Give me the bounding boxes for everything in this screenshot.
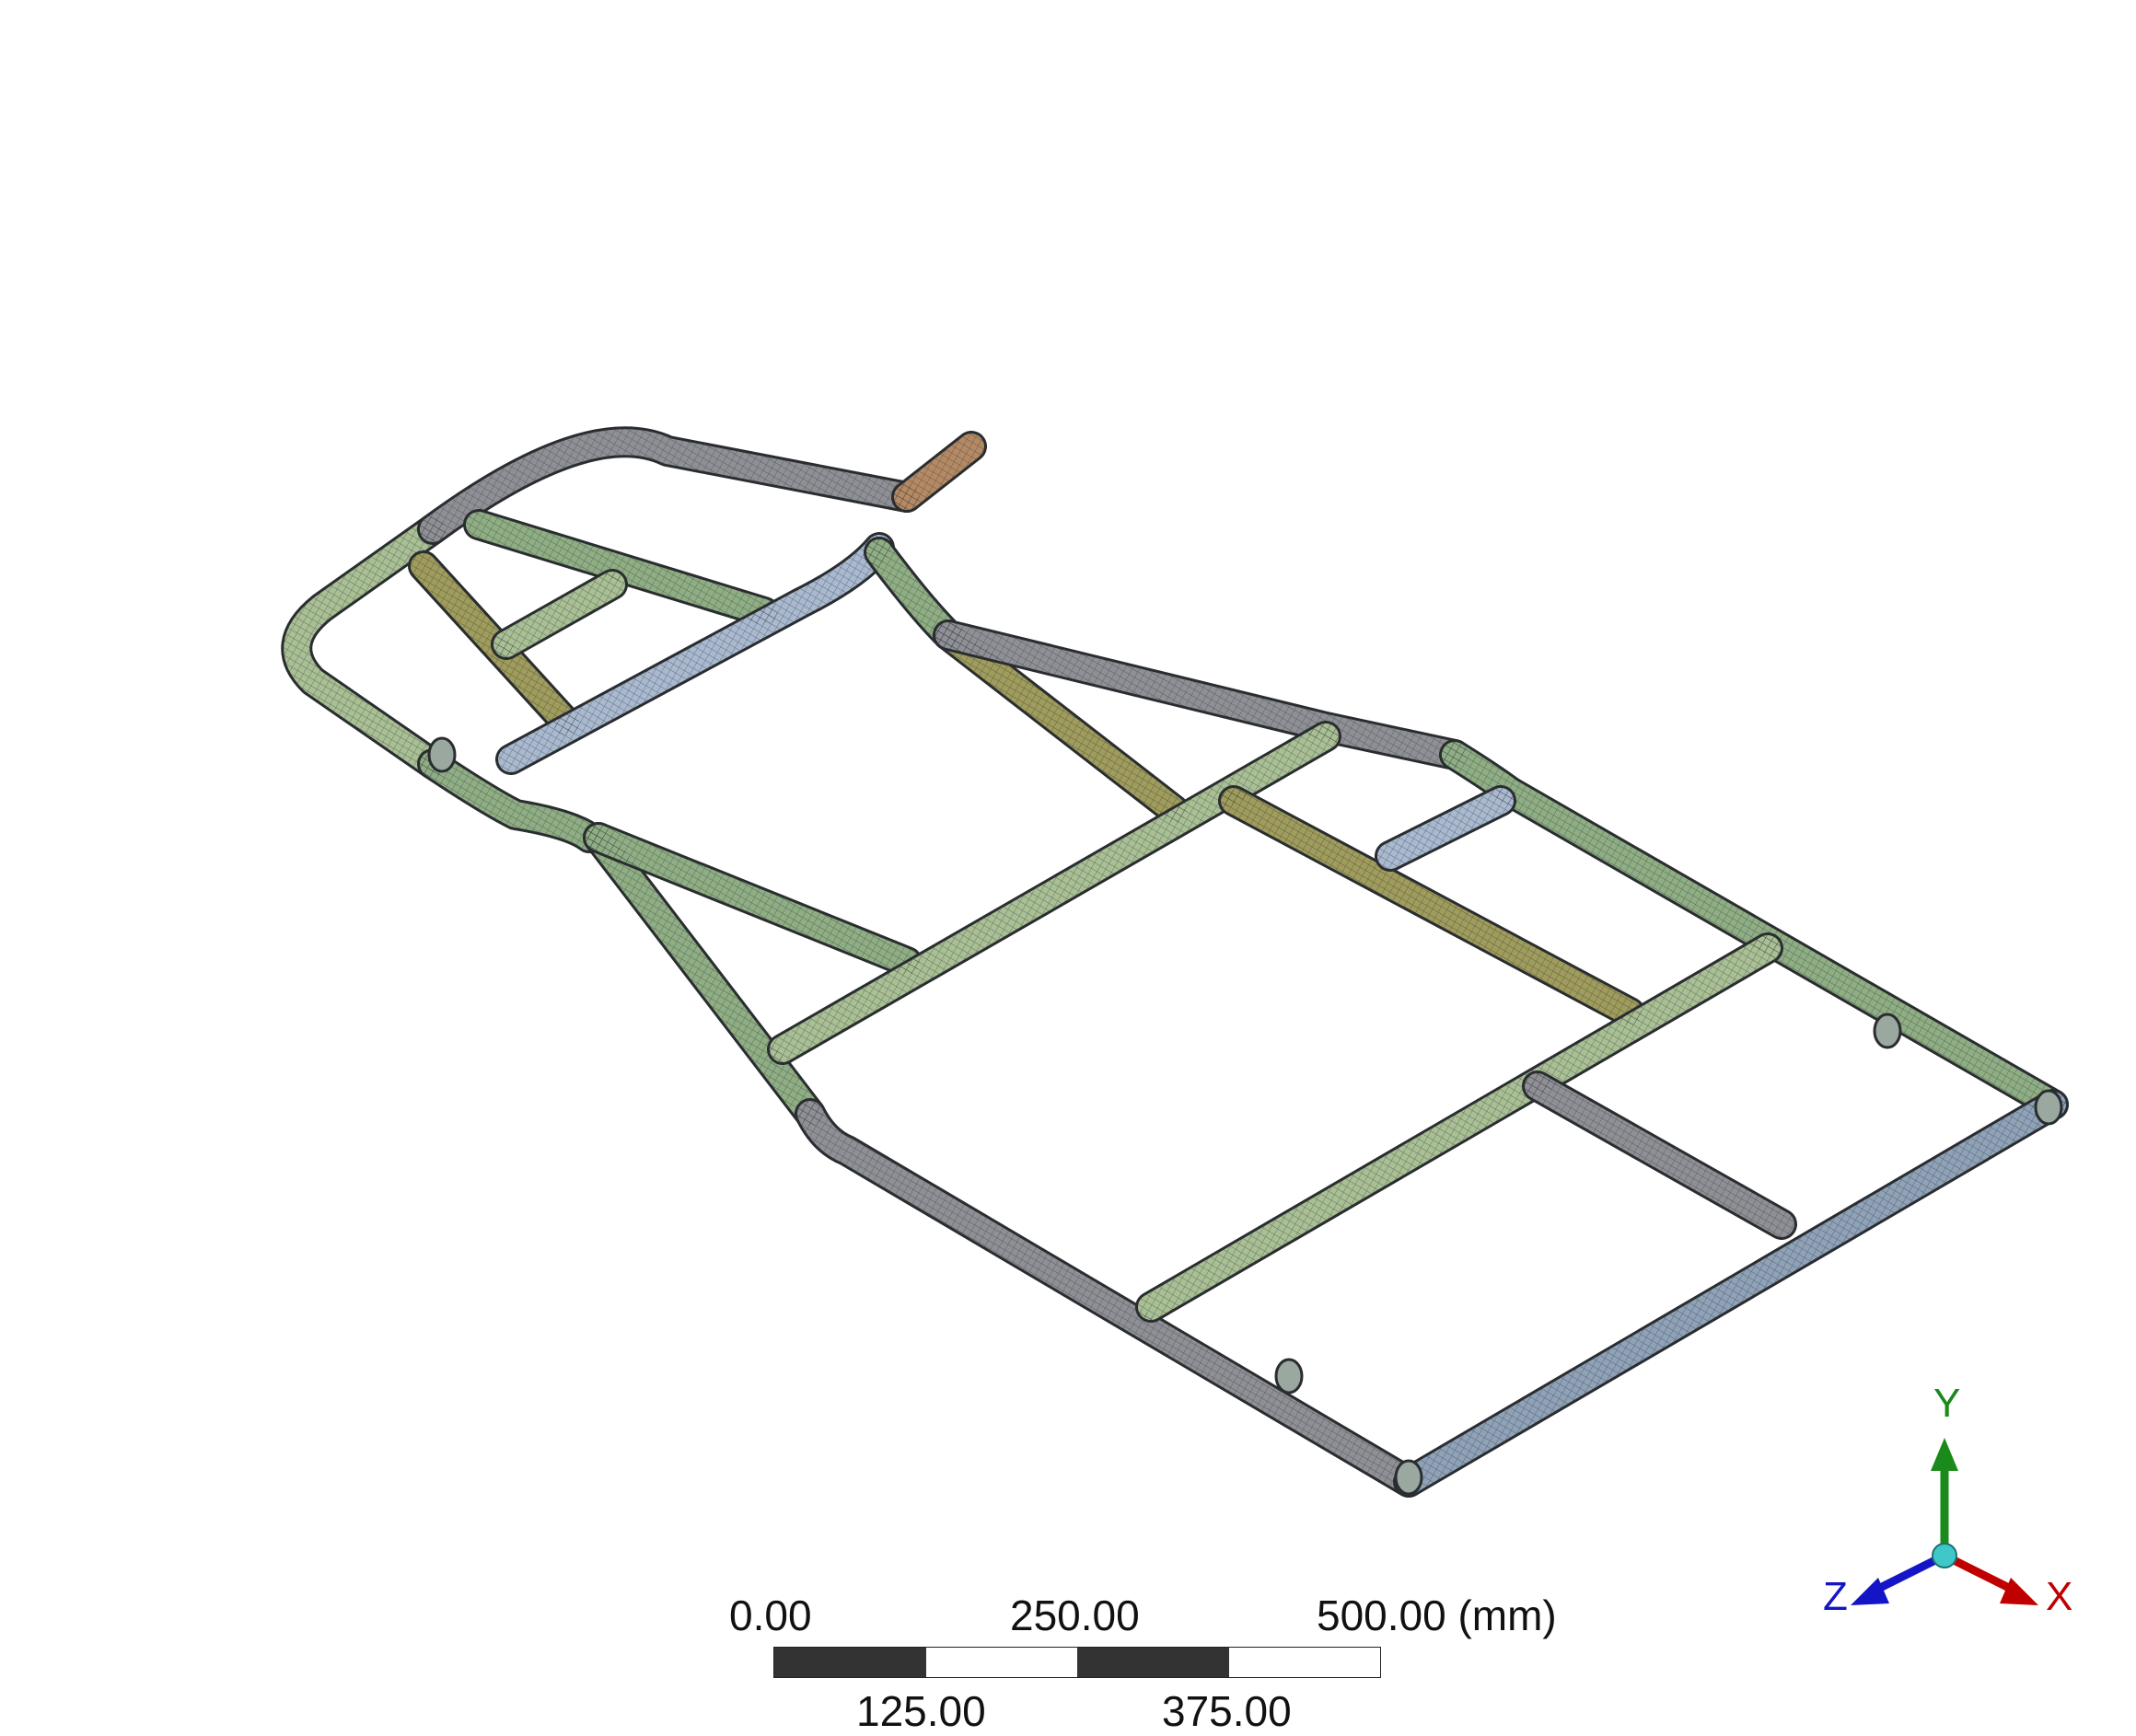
- scale-label-250: 250.00: [1010, 1591, 1140, 1639]
- tube-end-cap: [1873, 1013, 1902, 1049]
- axis-triad[interactable]: [1851, 1438, 2038, 1605]
- x-axis-label: X: [2046, 1574, 2073, 1619]
- scale-segment: [1228, 1648, 1380, 1677]
- tube-end-cap: [2034, 1089, 2063, 1126]
- left-rail-long-mesh: [797, 1101, 1422, 1495]
- tube-end-cap: [1274, 1358, 1304, 1395]
- right-rail-long-mesh: [1442, 742, 2066, 1117]
- seat-short-bar-mesh: [1377, 788, 1514, 869]
- tube-end-cap: [1394, 1459, 1423, 1496]
- y-axis-arrowhead: [1931, 1438, 1958, 1471]
- scale-label-0: 0.00: [729, 1591, 812, 1639]
- z-axis-label: Z: [1823, 1574, 1848, 1619]
- rear-inner-bar-mesh: [1525, 1073, 1794, 1237]
- scale-bar: [773, 1647, 1381, 1678]
- scale-segment: [925, 1648, 1077, 1677]
- scale-label-125: 125.00: [856, 1687, 986, 1735]
- scale-label-500: 500.00 (mm): [1317, 1591, 1557, 1639]
- rear-cross-bar-mesh: [1138, 935, 1781, 1320]
- chassis-mesh-overlay: [284, 429, 2066, 1496]
- scale-segment: [1077, 1648, 1229, 1677]
- middle-cross-bar-mesh: [770, 723, 1339, 1062]
- right-rail-upper-mesh: [866, 539, 961, 648]
- y-axis-label: Y: [1933, 1381, 1961, 1426]
- model-viewport[interactable]: [0, 0, 2136, 1719]
- tube-end-cap: [427, 736, 457, 773]
- front-cross-bar-mesh: [466, 512, 777, 625]
- triad-origin: [1932, 1543, 1957, 1568]
- scale-label-375: 375.00: [1162, 1687, 1292, 1735]
- front-short-bar-mesh: [493, 572, 625, 657]
- scale-segment: [774, 1648, 926, 1677]
